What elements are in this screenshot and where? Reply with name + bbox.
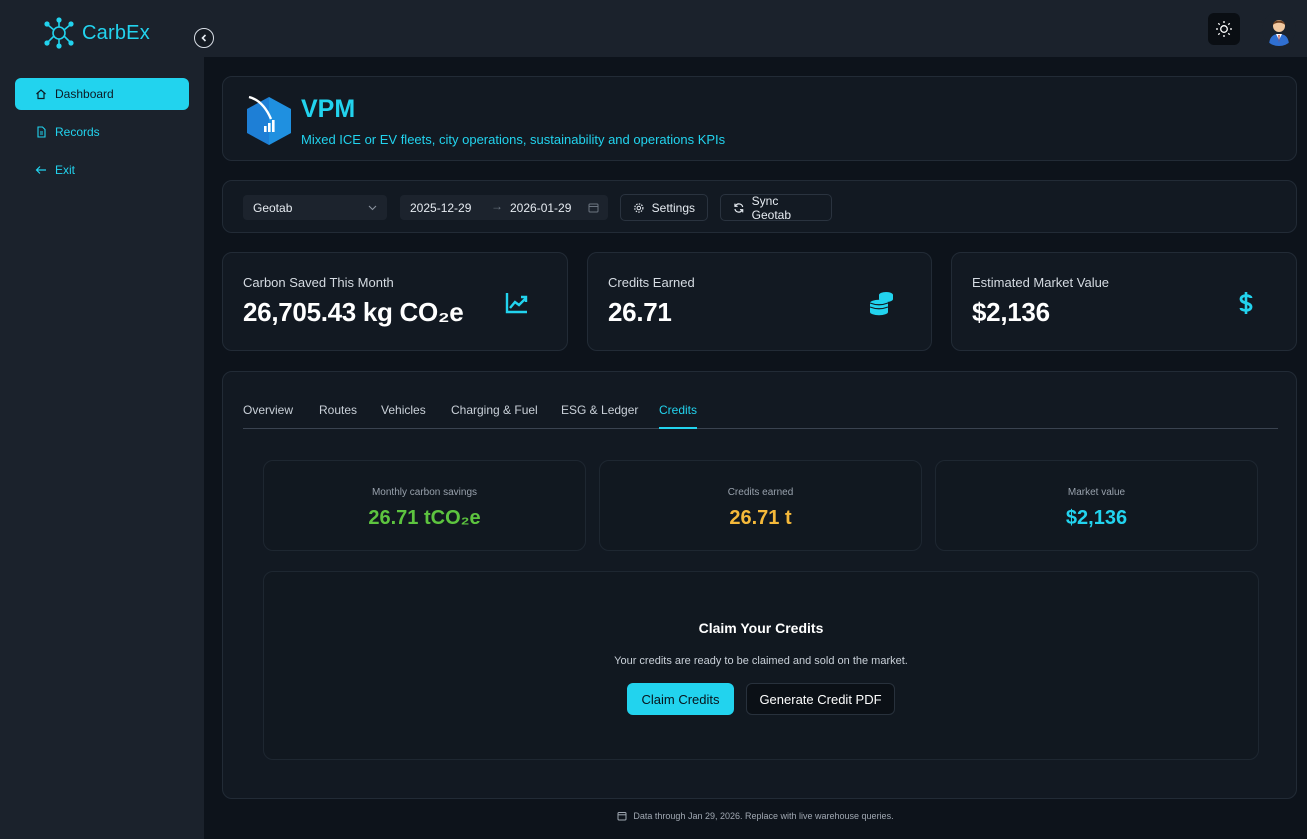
dollar-icon	[1239, 292, 1253, 314]
summary-market-value: Market value $2,136	[935, 460, 1258, 551]
refresh-icon	[734, 202, 744, 213]
page-subtitle: Mixed ICE or EV fleets, city operations,…	[301, 132, 726, 147]
sidebar-collapse-button[interactable]	[194, 28, 214, 48]
sun-icon	[1216, 21, 1232, 37]
stat-value: 26.71	[608, 297, 672, 327]
calendar-icon	[588, 203, 599, 213]
coins-icon	[869, 292, 893, 316]
settings-button[interactable]: Settings	[620, 194, 708, 221]
stat-label: Credits Earned	[608, 275, 695, 290]
summary-label: Market value	[1067, 487, 1126, 498]
source-select[interactable]: Geotab	[243, 195, 387, 220]
sidebar-item-label: Records	[55, 125, 100, 139]
document-icon	[37, 126, 46, 138]
page-title: VPM	[301, 95, 356, 123]
stat-label: Estimated Market Value	[972, 275, 1110, 290]
tab-overview[interactable]: Overview	[243, 403, 293, 427]
app-name: CarbEx	[82, 21, 150, 44]
sidebar-item-dashboard[interactable]: Dashboard	[15, 78, 189, 110]
stat-label: Carbon Saved This Month	[243, 275, 394, 290]
trend-up-icon	[505, 293, 528, 314]
tab-esg-ledger[interactable]: ESG & Ledger	[561, 403, 638, 427]
summary-label: Monthly carbon savings	[371, 487, 478, 498]
vpm-logo-icon	[247, 95, 291, 145]
sidebar-item-exit[interactable]: Exit	[15, 154, 189, 186]
summary-value: 26.71 t	[729, 507, 792, 529]
org-header-card: VPM Mixed ICE or EV fleets, city operati…	[222, 76, 1297, 161]
sync-label: Sync Geotab	[751, 193, 792, 222]
source-select-value: Geotab	[253, 200, 293, 215]
user-avatar[interactable]	[1262, 12, 1296, 46]
sync-geotab-button[interactable]: Sync Geotab	[720, 193, 832, 222]
gear-icon	[634, 202, 644, 213]
summary-value: $2,136	[1065, 507, 1128, 529]
date-start[interactable]: 2025-12-29	[410, 201, 471, 215]
sidebar-item-label: Dashboard	[55, 87, 114, 101]
claim-title: Claim Your Credits	[698, 620, 824, 636]
topbar	[204, 0, 1307, 57]
stat-card-market-value: Estimated Market Value $2,136	[951, 252, 1297, 351]
tab-routes[interactable]: Routes	[319, 403, 357, 427]
arrow-left-icon	[35, 166, 46, 174]
sidebar: CarbEx Dashboard Records Exit	[0, 0, 204, 839]
summary-monthly-carbon-savings: Monthly carbon savings 26.71 tCO₂e	[263, 460, 586, 551]
summary-credits-earned: Credits earned 26.71 t	[599, 460, 922, 551]
tab-vehicles[interactable]: Vehicles	[381, 403, 426, 427]
stat-value: 26,705.43 kg CO₂e	[243, 297, 464, 327]
summary-value: 26.71 tCO₂e	[368, 507, 481, 529]
chevron-down-icon	[368, 205, 377, 211]
sidebar-item-label: Exit	[55, 163, 76, 177]
theme-toggle-button[interactable]	[1208, 13, 1240, 45]
calendar-icon	[617, 812, 627, 821]
chevron-left-icon	[201, 34, 207, 42]
sidebar-item-records[interactable]: Records	[15, 116, 189, 148]
claim-credits-button[interactable]: Claim Credits	[627, 683, 734, 715]
network-molecule-icon	[44, 17, 74, 49]
tab-charging-fuel[interactable]: Charging & Fuel	[451, 403, 538, 427]
stat-card-credits-earned: Credits Earned 26.71	[587, 252, 932, 351]
footer-note: Data through Jan 29, 2026. Replace with …	[204, 811, 1307, 821]
stat-value: $2,136	[972, 297, 1050, 327]
filter-bar: Geotab 2025-12-29 → 2026-01-29 Settings …	[222, 180, 1297, 233]
date-separator: →	[491, 199, 503, 213]
settings-label: Settings	[651, 200, 695, 215]
tabs-card: Overview Routes Vehicles Charging & Fuel…	[222, 371, 1297, 799]
stat-card-carbon-saved: Carbon Saved This Month 26,705.43 kg CO₂…	[222, 252, 568, 351]
sidebar-nav: Dashboard Records Exit	[15, 78, 189, 192]
date-end[interactable]: 2026-01-29	[510, 201, 571, 215]
date-range-picker[interactable]: 2025-12-29 → 2026-01-29	[400, 195, 608, 220]
footer-text: Data through Jan 29, 2026. Replace with …	[633, 811, 894, 821]
logo[interactable]: CarbEx	[42, 16, 150, 50]
tab-bar: Overview Routes Vehicles Charging & Fuel…	[243, 402, 1278, 429]
tab-credits[interactable]: Credits	[659, 403, 698, 429]
claim-description: Your credits are ready to be claimed and…	[614, 655, 908, 667]
home-icon	[36, 89, 46, 100]
generate-credit-pdf-button[interactable]: Generate Credit PDF	[746, 683, 895, 715]
claim-credits-panel: Claim Your Credits Your credits are read…	[263, 571, 1259, 760]
summary-label: Credits earned	[727, 487, 794, 498]
